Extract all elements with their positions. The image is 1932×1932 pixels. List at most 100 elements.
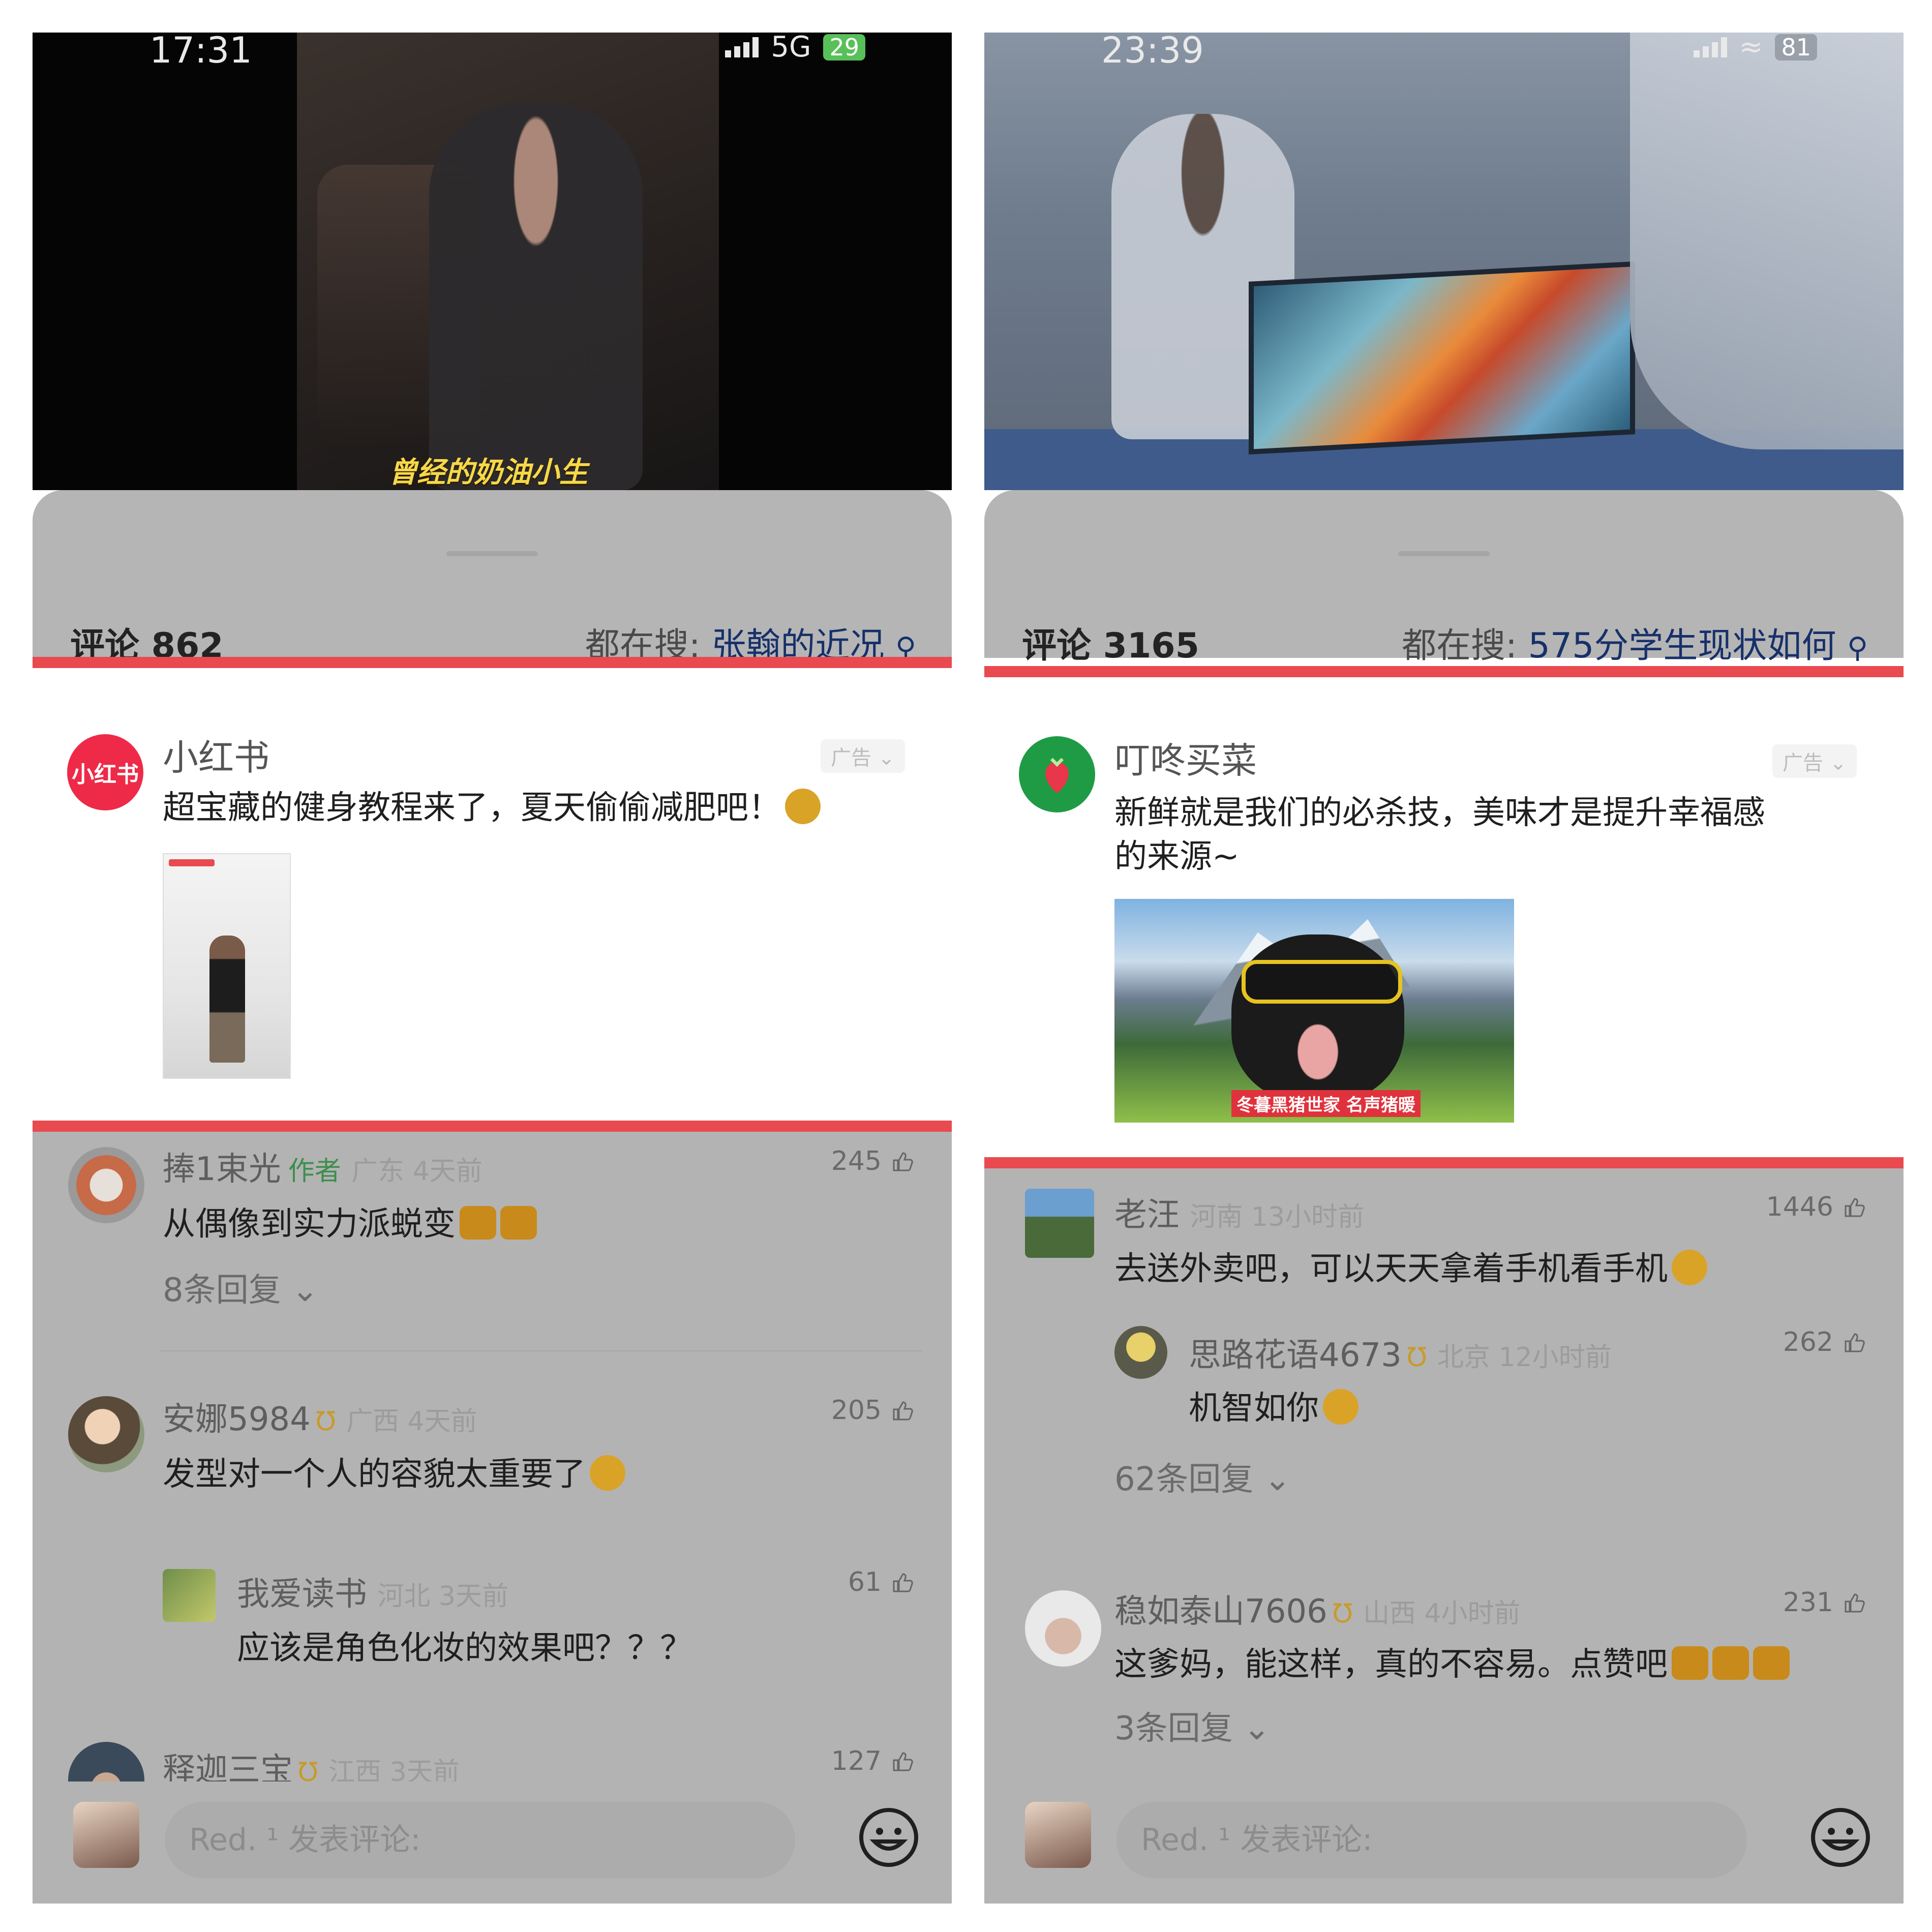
like-count: 231	[1783, 1587, 1833, 1618]
video-player[interactable]: 曾经的奶油小生 17:31 5G 29	[33, 33, 952, 490]
chevron-down-icon: ⌄	[1243, 1710, 1271, 1747]
thumbs-up-icon	[1845, 1333, 1865, 1352]
thumbs-up-emoji-icon	[1753, 1646, 1790, 1680]
like-button[interactable]: 262	[1783, 1327, 1867, 1357]
comment-text-content: 去送外卖吧，可以天天拿着手机看手机	[1114, 1250, 1668, 1288]
my-avatar[interactable]	[73, 1802, 139, 1868]
battery-icon: 29	[823, 34, 865, 61]
avatar[interactable]	[68, 1396, 144, 1472]
ad-text-content: 超宝藏的健身教程来了，夏天偷偷减肥吧！	[163, 789, 781, 827]
sunglasses-figure	[1242, 960, 1402, 1004]
reply-author-name[interactable]: 思路花语4673	[1189, 1337, 1402, 1374]
comment-author-name[interactable]: 安娜5984	[163, 1401, 311, 1438]
highlight-line-top	[984, 666, 1904, 677]
thumbs-up-emoji-icon	[460, 1206, 496, 1240]
highlight-line-bottom	[984, 1157, 1904, 1168]
sheet-drag-handle[interactable]	[1398, 551, 1490, 556]
reply-count-label: 3条回复	[1114, 1710, 1233, 1747]
ad-brand-avatar[interactable]	[1019, 736, 1095, 812]
avatar[interactable]	[1114, 1326, 1167, 1379]
like-count: 61	[848, 1567, 882, 1597]
ad-thumbnail-image[interactable]	[163, 853, 291, 1079]
signal-icon	[725, 37, 759, 57]
my-avatar[interactable]	[1025, 1802, 1091, 1868]
ad-tag-label: 广告	[1783, 751, 1823, 775]
reply-author-line: 我爱读书 河北 3天前	[237, 1568, 508, 1615]
emoji-picker-icon[interactable]	[1810, 1807, 1871, 1868]
ad-tag-label: 广告	[831, 746, 871, 770]
comment-text-content: 这爹妈，能这样，真的不容易。点赞吧	[1114, 1646, 1668, 1683]
comment-list[interactable]: 老汪 河南 13小时前 1446 去送外卖吧，可以天天拿着手机看手机 思路花语4…	[984, 1168, 1904, 1782]
chevron-down-icon: ⌄	[878, 746, 895, 770]
chevron-down-icon: ⌄	[1829, 751, 1847, 775]
comment-meta: 山西 4小时前	[1363, 1598, 1521, 1629]
like-count: 1446	[1766, 1192, 1833, 1222]
like-count: 262	[1783, 1327, 1833, 1357]
reply-author-name[interactable]: 我爱读书	[237, 1576, 367, 1613]
ad-brand-avatar[interactable]: 小红书	[67, 734, 143, 810]
avatar[interactable]	[68, 1147, 144, 1223]
avatar[interactable]	[1025, 1590, 1101, 1667]
like-button[interactable]: 127	[831, 1746, 915, 1776]
view-replies-toggle[interactable]: 3条回复 ⌄	[1114, 1702, 1271, 1749]
ad-tag[interactable]: 广告 ⌄	[1772, 744, 1857, 778]
view-replies-toggle[interactable]: 62条回复 ⌄	[1114, 1453, 1291, 1500]
comment-meta: 广东 4天前	[351, 1156, 482, 1187]
search-icon[interactable]: ⚲	[1847, 631, 1868, 665]
like-button[interactable]: 1446	[1766, 1192, 1867, 1222]
dizzy-face-emoji-icon	[785, 789, 821, 825]
reply-text: 应该是角色化妆的效果吧？？？	[237, 1629, 692, 1667]
chevron-down-icon: ⌄	[1263, 1461, 1291, 1498]
comment-count: 评论 3165	[1022, 626, 1199, 666]
ad-brand-name[interactable]: 叮咚买菜	[1114, 732, 1257, 783]
grinning-emoji-icon	[1323, 1389, 1359, 1425]
avatar[interactable]	[1025, 1189, 1094, 1258]
comment-author-line: 稳如泰山7606 ℧ 山西 4小时前	[1114, 1585, 1521, 1632]
like-button[interactable]: 245	[831, 1146, 915, 1176]
like-button[interactable]: 231	[1783, 1587, 1867, 1618]
ad-text-line-2: 的来源~	[1114, 838, 1240, 876]
comment-author-name[interactable]: 捧1束光	[163, 1151, 281, 1188]
video-arm-figure	[1630, 33, 1904, 449]
comment-text: 去送外卖吧，可以天天拿着手机看手机	[1114, 1243, 1707, 1289]
thumbs-up-emoji-icon	[1672, 1646, 1708, 1680]
thumbs-up-icon	[893, 1573, 913, 1592]
like-count: 245	[831, 1146, 882, 1176]
comment-list[interactable]: 捧1束光 作者 广东 4天前 245 从偶像到实力派蜕变 8条回复 ⌄ 安娜598…	[33, 1132, 952, 1818]
like-count: 127	[831, 1746, 882, 1776]
ad-tag[interactable]: 广告 ⌄	[821, 739, 905, 773]
like-button[interactable]: 61	[848, 1567, 915, 1597]
highlight-line-bottom	[33, 1121, 952, 1132]
ad-avatar-logo-text: 小红书	[72, 762, 139, 788]
reply-meta: 北京 12小时前	[1437, 1342, 1612, 1373]
comment-input[interactable]: Red. ¹ 发表评论:	[1116, 1802, 1747, 1878]
search-keyword[interactable]: 575分学生现状如何	[1528, 626, 1836, 666]
comment-divider	[160, 1350, 922, 1351]
comment-author-name[interactable]: 稳如泰山7606	[1114, 1593, 1327, 1631]
left-screenshot-panel: 曾经的奶油小生 17:31 5G 29 评论 862 都在搜: 张翰的近况 ⚲ …	[33, 33, 952, 1904]
reply-meta: 河北 3天前	[377, 1581, 508, 1612]
ad-brand-name[interactable]: 小红书	[163, 729, 269, 780]
like-button[interactable]: 205	[831, 1395, 915, 1426]
thumbs-up-emoji-icon	[500, 1206, 537, 1240]
comment-author-name[interactable]: 老汪	[1114, 1196, 1180, 1234]
avatar[interactable]	[163, 1569, 216, 1622]
status-time: 17:31	[149, 33, 252, 71]
vip-badge-icon: ℧	[1332, 1598, 1353, 1629]
comment-input[interactable]: Red. ¹ 发表评论:	[165, 1802, 795, 1878]
reply-text-content: 机智如你	[1189, 1390, 1319, 1427]
view-replies-toggle[interactable]: 8条回复 ⌄	[163, 1264, 319, 1311]
laughing-emoji-icon	[1672, 1250, 1707, 1286]
sheet-drag-handle[interactable]	[446, 551, 538, 556]
search-prefix: 都在搜:	[1402, 626, 1517, 666]
emoji-picker-icon[interactable]	[858, 1807, 919, 1868]
status-indicators: ≈ 81	[1693, 33, 1817, 64]
thumbs-up-emoji-icon	[1712, 1646, 1749, 1680]
ad-image[interactable]: 冬暮黑猪世家 名声猪暖	[1114, 899, 1514, 1123]
thumbs-up-icon	[1845, 1593, 1865, 1613]
video-player[interactable]: 23:39 ≈ 81	[984, 33, 1904, 490]
comment-text: 发型对一个人的容貌太重要了	[163, 1448, 625, 1495]
trending-search-link[interactable]: 都在搜: 575分学生现状如何 ⚲	[1402, 617, 1868, 668]
right-screenshot-panel: 23:39 ≈ 81 评论 3165 都在搜: 575分学生现状如何 ⚲ 叮咚买…	[984, 33, 1904, 1904]
thumbs-up-icon	[893, 1752, 913, 1771]
